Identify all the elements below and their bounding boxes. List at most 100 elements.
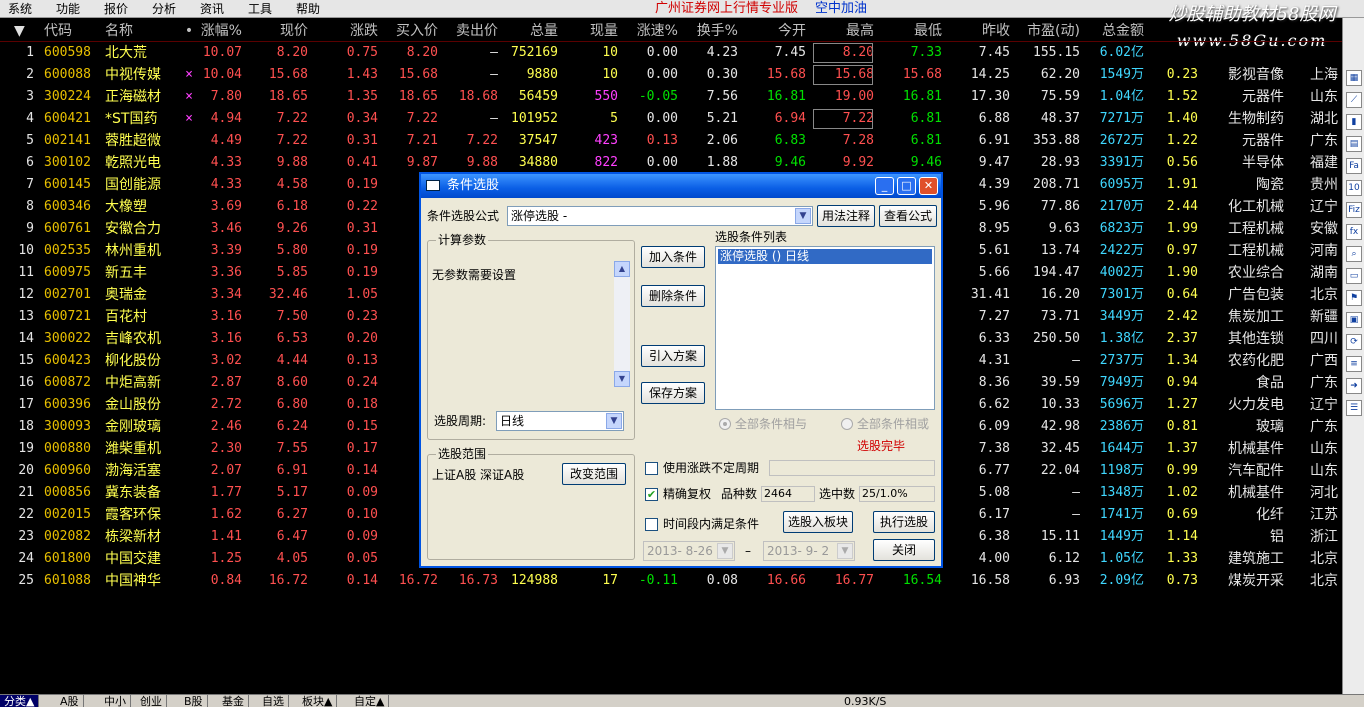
bottom-tab[interactable]: B股: [180, 695, 208, 707]
exact-adjust-checkbox[interactable]: ✔: [645, 488, 658, 501]
cell-low: 15.68: [902, 67, 942, 82]
change-scope-button[interactable]: 改变范围: [562, 463, 626, 485]
table-row[interactable]: 25 601088 中国神华 0.84 16.72 0.14 16.72 16.73 12498…: [0, 570, 1342, 592]
grid-icon[interactable]: ▦: [1346, 70, 1362, 86]
f10-icon[interactable]: 10: [1346, 180, 1362, 196]
fiz-icon[interactable]: Fiz: [1346, 202, 1362, 218]
header-price[interactable]: 现价: [252, 22, 308, 40]
view-formula-button[interactable]: 查看公式: [879, 205, 937, 227]
search-icon[interactable]: ⌕: [1346, 246, 1362, 262]
menu-quote[interactable]: 报价: [104, 1, 128, 17]
close-icon[interactable]: ✕: [919, 177, 938, 195]
header-high[interactable]: 最高: [812, 22, 874, 40]
bottom-tab[interactable]: 创业: [136, 695, 167, 707]
cell-amt: 2386万: [1099, 419, 1144, 434]
cell-reg: 广东: [1310, 133, 1338, 149]
condition-list[interactable]: 涨停选股 () 日线: [715, 246, 935, 410]
kline-icon[interactable]: ▮: [1346, 114, 1362, 130]
header-bid[interactable]: 买入价: [382, 22, 438, 40]
box-icon[interactable]: ▣: [1346, 312, 1362, 328]
minimize-button[interactable]: _: [875, 177, 894, 195]
header-vol[interactable]: 总量: [500, 22, 558, 40]
bottom-tab[interactable]: 自定▲: [350, 695, 390, 707]
header-open[interactable]: 今开: [744, 22, 806, 40]
chart-icon[interactable]: ⟋: [1346, 92, 1362, 108]
maximize-button[interactable]: □: [897, 177, 916, 195]
header-code[interactable]: 代码: [44, 22, 98, 40]
dialog-titlebar[interactable]: 条件选股 _ □ ✕: [421, 174, 941, 198]
refresh-icon[interactable]: ⟳: [1346, 334, 1362, 350]
cell-speed: 0.00: [646, 111, 678, 126]
import-scheme-button[interactable]: 引入方案: [641, 345, 705, 367]
header-chg[interactable]: 涨幅%: [196, 22, 242, 40]
time-range-checkbox[interactable]: [645, 518, 658, 531]
cell-pe: –: [1072, 507, 1080, 522]
menu-function[interactable]: 功能: [56, 1, 80, 17]
cell-price: 5.17: [276, 485, 308, 500]
table-row[interactable]: 6 300102 乾照光电 4.33 9.88 0.41 9.87 9.88 34880 822 0…: [0, 152, 1342, 174]
menu-analysis[interactable]: 分析: [152, 1, 176, 17]
period-select[interactable]: 日线 ▼: [496, 411, 624, 431]
chevron-down-icon[interactable]: ▼: [795, 208, 811, 224]
bars-icon[interactable]: ▤: [1346, 136, 1362, 152]
menu-news[interactable]: 资讯: [200, 1, 224, 17]
scroll-down-icon[interactable]: ▼: [614, 371, 630, 387]
flag-icon[interactable]: ⚑: [1346, 290, 1362, 306]
header-cur[interactable]: 现量: [566, 22, 618, 40]
header-turn[interactable]: 换手%: [684, 22, 738, 40]
header-prev[interactable]: 昨收: [946, 22, 1010, 40]
table-row[interactable]: 5 002141 蓉胜超微 4.49 7.22 0.31 7.21 7.22 37547 423 0…: [0, 130, 1342, 152]
fx-icon[interactable]: fx: [1346, 224, 1362, 240]
to-block-button[interactable]: 选股入板块: [783, 511, 853, 533]
cell-prev: 6.77: [978, 463, 1010, 478]
chevron-down-icon[interactable]: ▼: [717, 543, 733, 559]
formula-select[interactable]: 涨停选股 - ▼: [507, 206, 813, 226]
header-pe[interactable]: 市盈(动): [1014, 22, 1080, 40]
header-amt[interactable]: 总金额: [1082, 22, 1144, 40]
window-icon[interactable]: ▭: [1346, 268, 1362, 284]
save-scheme-button[interactable]: 保存方案: [641, 382, 705, 404]
arrow-icon[interactable]: ➜: [1346, 378, 1362, 394]
header-delta[interactable]: 涨跌: [318, 22, 378, 40]
bottom-tab[interactable]: 自选: [258, 695, 289, 707]
column-menu-icon[interactable]: ▼: [14, 22, 34, 40]
run-screen-button[interactable]: 执行选股: [873, 511, 935, 533]
cell-reg: 广东: [1310, 375, 1338, 391]
scroll-up-icon[interactable]: ▲: [614, 261, 630, 277]
table-row[interactable]: 2 600088 中视传媒 × 10.04 15.68 1.43 15.68–9880 10 0.…: [0, 64, 1342, 86]
header-speed[interactable]: 涨速%: [624, 22, 678, 40]
menu-help[interactable]: 帮助: [296, 1, 320, 17]
radio-or[interactable]: [841, 418, 853, 430]
menu-tools[interactable]: 工具: [248, 1, 272, 17]
usage-notes-button[interactable]: 用法注释: [817, 205, 875, 227]
radio-and[interactable]: [719, 418, 731, 430]
eff-icon[interactable]: ≡: [1346, 356, 1362, 372]
close-button[interactable]: 关闭: [873, 539, 935, 561]
bottom-tab[interactable]: 板块▲: [298, 695, 338, 707]
condition-item[interactable]: 涨停选股 () 日线: [718, 249, 932, 264]
delete-condition-button[interactable]: 删除条件: [641, 285, 705, 307]
params-scrollbar[interactable]: ▲ ▼: [614, 261, 630, 387]
cell-price: 4.58: [276, 177, 308, 192]
header-low[interactable]: 最低: [878, 22, 942, 40]
irregular-period-checkbox[interactable]: [645, 462, 658, 475]
bottom-tab[interactable]: 中小: [100, 695, 131, 707]
bottom-tab[interactable]: 基金: [218, 695, 249, 707]
bottom-tab[interactable]: 分类▲: [0, 695, 40, 707]
chevron-down-icon[interactable]: ▼: [606, 413, 622, 429]
add-condition-button[interactable]: 加入条件: [641, 246, 705, 268]
bottom-tab[interactable]: A股: [56, 695, 84, 707]
table-row[interactable]: 1 600598 北大荒 10.07 8.20 0.75 8.20 –752169 10 0.00…: [0, 42, 1342, 64]
table-row[interactable]: 3 300224 正海磁材 × 7.80 18.65 1.35 18.65 18.68 56459…: [0, 86, 1342, 108]
date-from-picker[interactable]: 2013- 8-26 ▼: [643, 541, 735, 561]
menu-system[interactable]: 系统: [8, 1, 32, 17]
date-to-picker[interactable]: 2013- 9- 2 ▼: [763, 541, 855, 561]
header-ask[interactable]: 卖出价: [442, 22, 498, 40]
chevron-down-icon[interactable]: ▼: [837, 543, 853, 559]
stack-icon[interactable]: ☰: [1346, 400, 1362, 416]
calc-params-group: 计算参数 无参数需要设置 ▲ ▼ 选股周期: 日线 ▼: [427, 233, 635, 440]
air-refuel-link[interactable]: 空中加油: [815, 1, 867, 17]
table-row[interactable]: 4 600421 *ST国药 × 4.94 7.22 0.34 7.22–101952 5 0.0…: [0, 108, 1342, 130]
fa-icon[interactable]: Fa: [1346, 158, 1362, 174]
header-name[interactable]: 名称: [105, 22, 177, 40]
